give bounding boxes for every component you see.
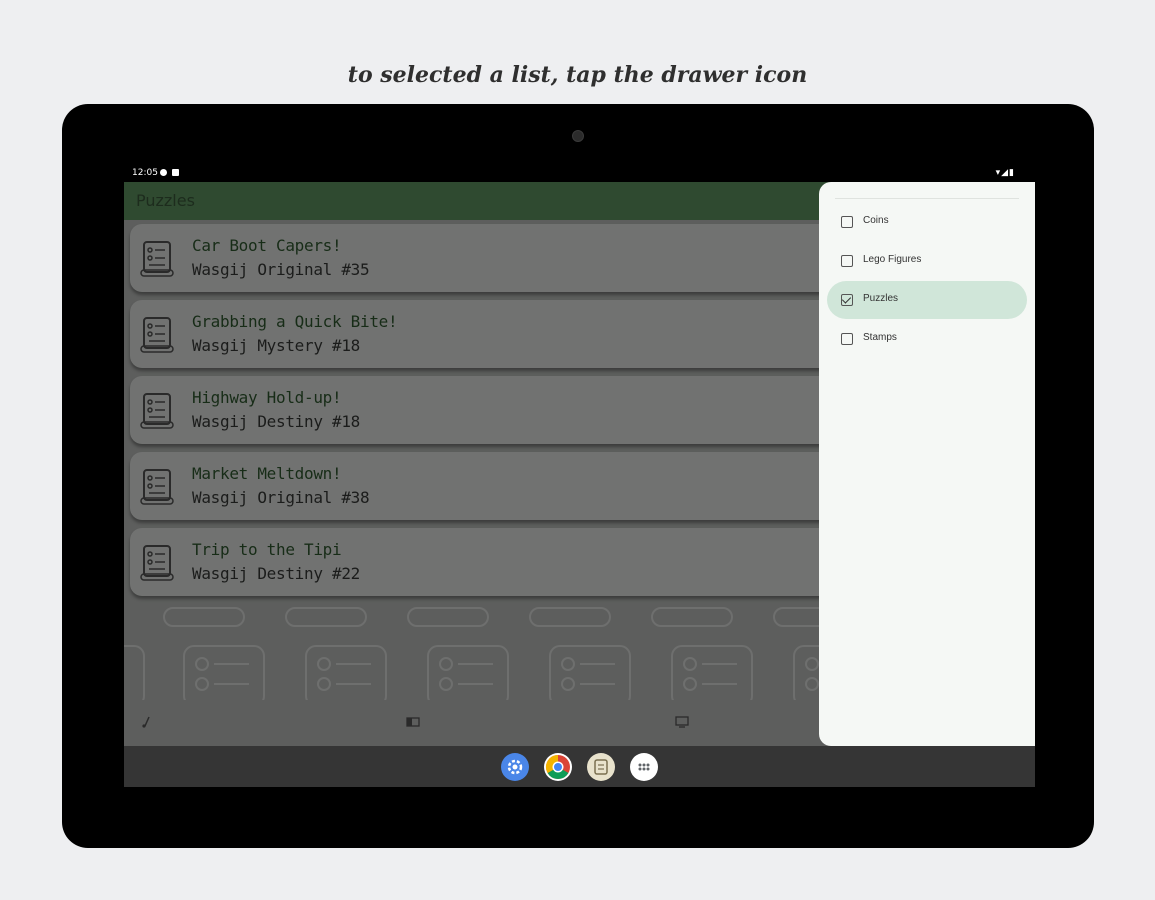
music-note-icon[interactable] [140,716,154,728]
clipboard-icon [172,169,179,176]
tablet-icon[interactable] [406,716,420,728]
tablet-frame: 12:05 ▾◢▮ Puzzles Car Boot Capers! Wasgi… [62,104,1094,848]
signal-battery-icon: ▾◢▮ [995,168,1015,178]
app-icon[interactable] [587,753,615,781]
monitor-icon[interactable] [675,716,689,728]
settings-icon[interactable] [501,753,529,781]
checkbox[interactable] [841,216,853,228]
status-time: 12:05 [132,168,158,178]
chrome-icon[interactable] [544,753,572,781]
item-title: Trip to the Tipi [192,540,342,559]
drawer-item-puzzles[interactable]: Puzzles [827,281,1027,319]
taskbar-dock [124,746,1035,787]
checkbox[interactable] [841,333,853,345]
drawer-divider [835,198,1019,199]
drawer-item-label: Coins [863,215,889,226]
item-subtitle: Wasgij Mystery #18 [192,336,360,355]
app-drawer-icon[interactable] [630,753,658,781]
status-bar: 12:05 ▾◢▮ [124,166,1035,182]
item-subtitle: Wasgij Original #38 [192,488,370,507]
drawer-item-coins[interactable]: Coins [827,203,1027,241]
drawer-item-stamps[interactable]: Stamps [827,320,1027,358]
item-title: Highway Hold-up! [192,388,342,407]
item-subtitle: Wasgij Destiny #22 [192,564,360,583]
page-title: Puzzles [136,191,195,210]
item-subtitle: Wasgij Destiny #18 [192,412,360,431]
list-document-icon [140,545,174,581]
navigation-drawer: Coins Lego Figures Puzzles Stamps [819,182,1035,746]
drawer-item-lego-figures[interactable]: Lego Figures [827,242,1027,280]
checkbox[interactable] [841,255,853,267]
drawer-item-label: Lego Figures [863,254,922,265]
list-document-icon [140,393,174,429]
item-title: Market Meltdown! [192,464,342,483]
list-document-icon [140,317,174,353]
camera-icon [572,130,584,142]
item-subtitle: Wasgij Original #35 [192,260,370,279]
item-title: Grabbing a Quick Bite! [192,312,398,331]
list-document-icon [140,241,174,277]
checkbox-checked[interactable] [841,294,853,306]
screen: 12:05 ▾◢▮ Puzzles Car Boot Capers! Wasgi… [124,166,1035,787]
instruction-caption: to selected a list, tap the drawer icon [347,62,808,88]
notification-icon [160,169,167,176]
list-document-icon [140,469,174,505]
drawer-item-label: Stamps [863,332,897,343]
drawer-item-label: Puzzles [863,293,899,304]
item-title: Car Boot Capers! [192,236,342,255]
